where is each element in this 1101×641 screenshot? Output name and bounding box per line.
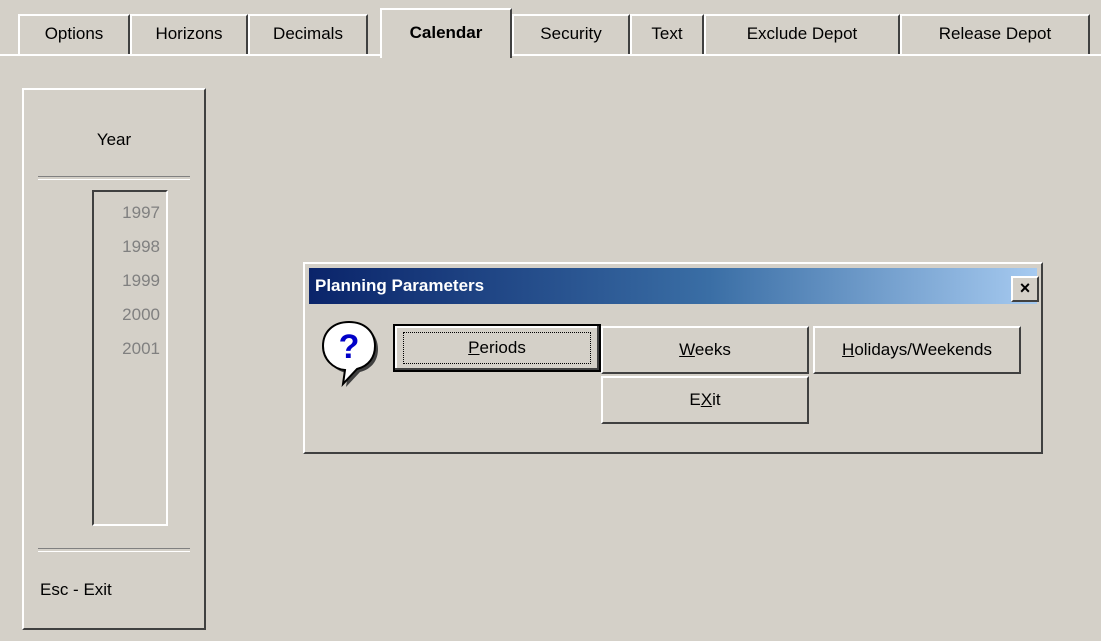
tab-text[interactable]: Text [630,14,704,54]
year-panel: Year 1997 1998 1999 2000 2001 Esc - Exit [22,88,206,630]
focus-rectangle: Periods [403,332,591,364]
weeks-label-rest: eeks [694,340,731,359]
tab-security[interactable]: Security [512,14,630,54]
hotkey-underline: W [679,340,695,359]
year-item[interactable]: 2001 [94,332,160,366]
dialog-title: Planning Parameters [315,276,485,295]
close-button[interactable]: × [1011,276,1039,302]
tab-strip: Options Horizons Decimals Calendar Secur… [0,0,1101,60]
year-item[interactable]: 1997 [94,196,160,230]
year-panel-title: Year [96,130,132,149]
tab-horizons[interactable]: Horizons [130,14,248,54]
dialog-titlebar[interactable]: Planning Parameters × [309,268,1039,304]
svg-text:?: ? [339,328,360,366]
tab-release-depot[interactable]: Release Depot [900,14,1090,54]
holidays-weekends-button[interactable]: Holidays/Weekends [813,326,1021,374]
holidays-label-rest: olidays/Weekends [854,340,992,359]
tab-decimals[interactable]: Decimals [248,14,368,54]
exit-label-prefix: E [689,390,701,409]
year-item[interactable]: 1998 [94,230,160,264]
divider [38,176,190,180]
tab-baseline [0,54,1101,56]
tab-options[interactable]: Options [18,14,130,54]
esc-exit-hint: Esc - Exit [40,580,112,599]
tab-exclude-depot[interactable]: Exclude Depot [704,14,900,54]
exit-button[interactable]: EXit [601,376,809,424]
year-item[interactable]: 2000 [94,298,160,332]
close-icon: × [1019,278,1031,298]
year-list[interactable]: 1997 1998 1999 2000 2001 [92,190,168,526]
hotkey-underline: P [468,338,480,357]
periods-button[interactable]: Periods [393,324,601,372]
hotkey-underline: X [700,390,713,409]
divider [38,548,190,552]
planning-parameters-dialog: Planning Parameters × ? Periods Weeks Ho… [303,262,1043,454]
year-item[interactable]: 1999 [94,264,160,298]
periods-label-rest: eriods [479,338,526,357]
weeks-button[interactable]: Weeks [601,326,809,374]
tab-calendar[interactable]: Calendar [380,8,512,58]
exit-label-rest: it [712,390,721,409]
hotkey-underline: H [842,340,855,359]
question-mark-icon: ? [321,320,378,388]
